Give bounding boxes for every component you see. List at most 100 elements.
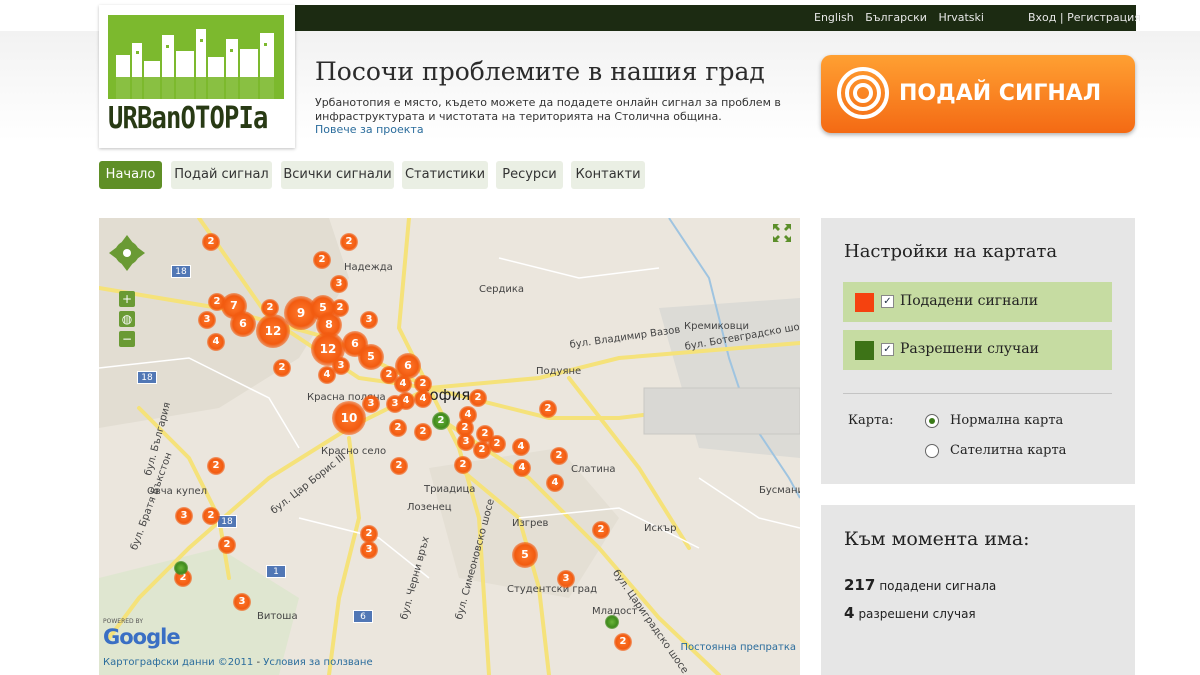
signal-marker[interactable]: 3 [175, 507, 193, 525]
signal-marker[interactable]: 4 [394, 375, 412, 393]
stats-panel: Към момента има: 217 подадени сигнала 4 ра… [821, 505, 1135, 675]
resolved-marker[interactable]: 2 [432, 412, 450, 430]
page-title: Посочи проблемите в нашия град [315, 57, 765, 86]
stats-title: Към момента има: [844, 528, 1030, 550]
map-zoom-control[interactable]: + ◍ − [119, 291, 135, 351]
signal-marker[interactable]: 2 [202, 233, 220, 251]
resolved-marker[interactable] [174, 561, 188, 575]
permalink-link[interactable]: Постоянна препратка [680, 642, 796, 653]
logo-wordmark: URBanOTOPIa [108, 101, 268, 136]
signal-marker[interactable]: 3 [557, 570, 575, 588]
target-icon [837, 67, 889, 119]
signals-map[interactable]: + ◍ − Надежда Сердика Кремиковци бул. Влади… [99, 218, 800, 675]
signal-marker[interactable]: 5 [358, 344, 384, 370]
reported-layer-label: Подадени сигнали [900, 293, 1039, 309]
signal-marker[interactable]: 2 [614, 633, 632, 651]
zoom-in-icon[interactable]: + [119, 291, 135, 307]
lang-croatian[interactable]: Hrvatski [938, 11, 984, 24]
signal-marker[interactable]: 6 [230, 311, 256, 337]
reported-stat: 217 подадени сигнала [844, 576, 996, 594]
site-logo[interactable]: URBanOTOPIa [99, 5, 295, 148]
signal-marker[interactable]: 2 [592, 521, 610, 539]
map-settings-panel: Настройки на картата ✓ Подадени сигнали … [821, 218, 1135, 484]
map-label: Витоша [257, 611, 298, 622]
signal-marker[interactable]: 3 [233, 593, 251, 611]
satellite-map-label: Сателитна карта [950, 443, 1067, 458]
about-project-link[interactable]: Повече за проекта [315, 123, 424, 136]
signal-marker[interactable]: 2 [390, 457, 408, 475]
signal-marker[interactable]: 10 [332, 401, 366, 435]
signal-marker[interactable]: 3 [330, 275, 348, 293]
signal-marker[interactable]: 2 [218, 536, 236, 554]
nav-report[interactable]: Подай сигнал [171, 161, 272, 189]
signal-marker[interactable]: 4 [546, 474, 564, 492]
map-label: Студентски град [507, 584, 598, 595]
map-label: Лозенец [407, 502, 452, 513]
resolved-stat: 4 разрешени случая [844, 604, 976, 622]
signal-marker[interactable]: 2 [454, 456, 472, 474]
site-description: Урбанотопия е място, където можете да по… [315, 96, 781, 123]
normal-radio[interactable] [925, 414, 939, 428]
google-logo: POWERED BY Google [103, 618, 181, 649]
powered-by-text: POWERED BY [103, 618, 144, 625]
city-skyline-icon [108, 15, 284, 99]
map-label: Искър [644, 523, 677, 534]
nav-home[interactable]: Начало [99, 161, 162, 189]
terms-link[interactable]: Условия за ползване [263, 657, 372, 668]
signal-marker[interactable]: 2 [539, 400, 557, 418]
resolved-count: 4 [844, 604, 855, 622]
map-label: Кремиковци [684, 321, 749, 332]
signal-marker[interactable]: 2 [273, 359, 291, 377]
report-signal-button[interactable]: ПОДАЙ СИГНАЛ [821, 55, 1135, 133]
zoom-out-icon[interactable]: − [119, 331, 135, 347]
lang-bulgarian[interactable]: Български [865, 11, 927, 24]
map-credit-sep: - [253, 657, 264, 668]
layer-reported[interactable]: ✓ Подадени сигнали [843, 282, 1112, 322]
google-wordmark: Google [103, 625, 181, 649]
nav-statistics[interactable]: Статистики [402, 161, 488, 189]
map-data-link[interactable]: Картографски данни ©2011 [103, 657, 253, 668]
map-label: Подуяне [536, 366, 582, 377]
signal-marker[interactable]: 3 [360, 541, 378, 559]
globe-icon[interactable]: ◍ [119, 311, 135, 327]
fullscreen-icon[interactable] [771, 222, 793, 244]
road-shield: 18 [171, 265, 191, 278]
layer-resolved[interactable]: ✓ Разрешени случаи [843, 330, 1112, 370]
signal-marker[interactable]: 2 [207, 457, 225, 475]
nav-all-signals[interactable]: Всички сигнали [281, 161, 394, 189]
resolved-checkbox[interactable]: ✓ [881, 343, 894, 356]
page: English Български Hrvatski Вход | Регист… [0, 0, 1200, 675]
signal-marker[interactable]: 2 [469, 389, 487, 407]
signal-marker[interactable]: 3 [362, 395, 380, 413]
signal-marker[interactable]: 4 [513, 459, 531, 477]
signal-marker[interactable]: 3 [360, 311, 378, 329]
signal-marker[interactable]: 3 [332, 357, 350, 375]
nav-contacts[interactable]: Контакти [571, 161, 645, 189]
signal-marker[interactable]: 2 [313, 251, 331, 269]
signal-marker[interactable]: 4 [414, 390, 432, 408]
signal-marker[interactable]: 3 [198, 311, 216, 329]
resolved-marker[interactable] [605, 615, 619, 629]
settings-title: Настройки на картата [844, 241, 1058, 262]
register-link[interactable]: Регистрация [1067, 11, 1141, 24]
signal-marker[interactable]: 2 [473, 441, 491, 459]
signal-marker[interactable]: 2 [389, 419, 407, 437]
signal-marker[interactable]: 4 [207, 333, 225, 351]
map-credit: Картографски данни ©2011 - Условия за по… [103, 657, 373, 668]
nav-resources[interactable]: Ресурси [496, 161, 563, 189]
signal-marker[interactable]: 2 [550, 447, 568, 465]
signal-marker[interactable]: 2 [414, 423, 432, 441]
normal-map-label: Нормална карта [950, 413, 1064, 428]
lang-english[interactable]: English [814, 11, 854, 24]
signal-marker[interactable]: 12 [256, 314, 290, 348]
resolved-layer-label: Разрешени случаи [900, 341, 1039, 357]
map-pan-control[interactable] [107, 233, 147, 273]
signal-marker[interactable]: 3 [386, 395, 404, 413]
signal-marker[interactable]: 5 [512, 542, 538, 568]
signal-marker[interactable]: 2 [202, 507, 220, 525]
signal-marker[interactable]: 2 [340, 233, 358, 251]
satellite-radio[interactable] [925, 444, 939, 458]
login-link[interactable]: Вход [1028, 11, 1056, 24]
signal-marker[interactable]: 4 [512, 438, 530, 456]
reported-checkbox[interactable]: ✓ [881, 295, 894, 308]
